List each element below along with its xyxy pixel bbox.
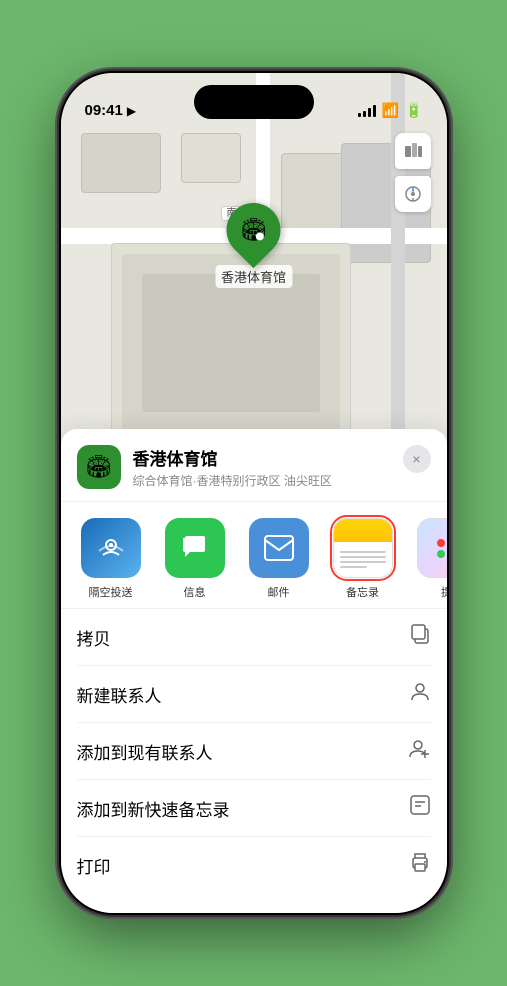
messages-icon <box>180 533 210 563</box>
action-add-notes[interactable]: 添加到新快速备忘录 <box>77 780 431 837</box>
mail-icon-wrap <box>249 518 309 578</box>
action-print[interactable]: 打印 <box>77 837 431 893</box>
phone-frame: 09:41 ▶ 📶 🔋 <box>59 71 449 915</box>
print-icon <box>409 851 431 879</box>
marker-label: 香港体育馆 <box>215 265 292 288</box>
close-button[interactable]: × <box>403 445 431 473</box>
location-marker: 🏟 香港体育馆 <box>215 203 292 288</box>
copy-label: 拷贝 <box>77 625 111 650</box>
new-contact-icon <box>409 680 431 708</box>
copy-icon <box>409 623 431 651</box>
action-new-contact[interactable]: 新建联系人 <box>77 666 431 723</box>
more-label: 提 <box>441 584 447 600</box>
dynamic-island <box>194 85 314 119</box>
mail-label: 邮件 <box>268 584 290 600</box>
location-card: 🏟 香港体育馆 综合体育馆·香港特别行政区 油尖旺区 × <box>61 429 447 502</box>
messages-icon-wrap <box>165 518 225 578</box>
share-messages[interactable]: 信息 <box>161 518 229 600</box>
location-button[interactable] <box>395 176 431 212</box>
add-notes-label: 添加到新快速备忘录 <box>77 796 230 821</box>
share-notes[interactable]: 备忘录 <box>329 518 397 600</box>
battery-icon: 🔋 <box>405 102 422 119</box>
more-icon-wrap <box>417 518 447 578</box>
compass-icon <box>404 185 422 203</box>
action-copy[interactable]: 拷贝 <box>77 609 431 666</box>
new-contact-label: 新建联系人 <box>77 682 162 707</box>
map-type-button[interactable] <box>395 133 431 169</box>
wifi-icon: 📶 <box>382 102 399 119</box>
print-label: 打印 <box>77 853 111 878</box>
phone-screen: 09:41 ▶ 📶 🔋 <box>61 73 447 913</box>
signal-bars <box>358 105 376 117</box>
action-add-existing[interactable]: 添加到现有联系人 <box>77 723 431 780</box>
action-list: 拷贝 新建联系人 <box>61 609 447 893</box>
venue-subtitle: 综合体育馆·香港特别行政区 油尖旺区 <box>133 472 431 489</box>
bottom-sheet: 🏟 香港体育馆 综合体育馆·香港特别行政区 油尖旺区 × <box>61 429 447 913</box>
airdrop-label: 隔空投送 <box>89 584 133 600</box>
venue-icon: 🏟 <box>77 445 121 489</box>
share-airdrop[interactable]: 隔空投送 <box>77 518 145 600</box>
location-info: 香港体育馆 综合体育馆·香港特别行政区 油尖旺区 <box>133 445 431 489</box>
map-controls[interactable] <box>395 133 431 212</box>
stadium-icon: 🏟 <box>240 217 268 243</box>
notes-label: 备忘录 <box>346 584 379 600</box>
airdrop-icon <box>96 533 126 563</box>
notes-icon-wrap <box>333 518 393 578</box>
status-time: 09:41 <box>85 102 123 119</box>
share-mail[interactable]: 邮件 <box>245 518 313 600</box>
messages-label: 信息 <box>184 584 206 600</box>
add-existing-icon <box>409 737 431 765</box>
airdrop-icon-wrap <box>81 518 141 578</box>
mail-icon <box>264 535 294 561</box>
map-icon <box>403 141 423 161</box>
venue-name: 香港体育馆 <box>133 445 431 470</box>
location-icon: ▶ <box>127 104 136 118</box>
add-notes-icon <box>409 794 431 822</box>
share-row: 隔空投送 信息 <box>61 502 447 609</box>
share-more[interactable]: 提 <box>413 518 447 600</box>
add-existing-label: 添加到现有联系人 <box>77 739 213 764</box>
marker-pin: 🏟 <box>215 192 291 268</box>
status-icons: 📶 🔋 <box>358 102 423 119</box>
